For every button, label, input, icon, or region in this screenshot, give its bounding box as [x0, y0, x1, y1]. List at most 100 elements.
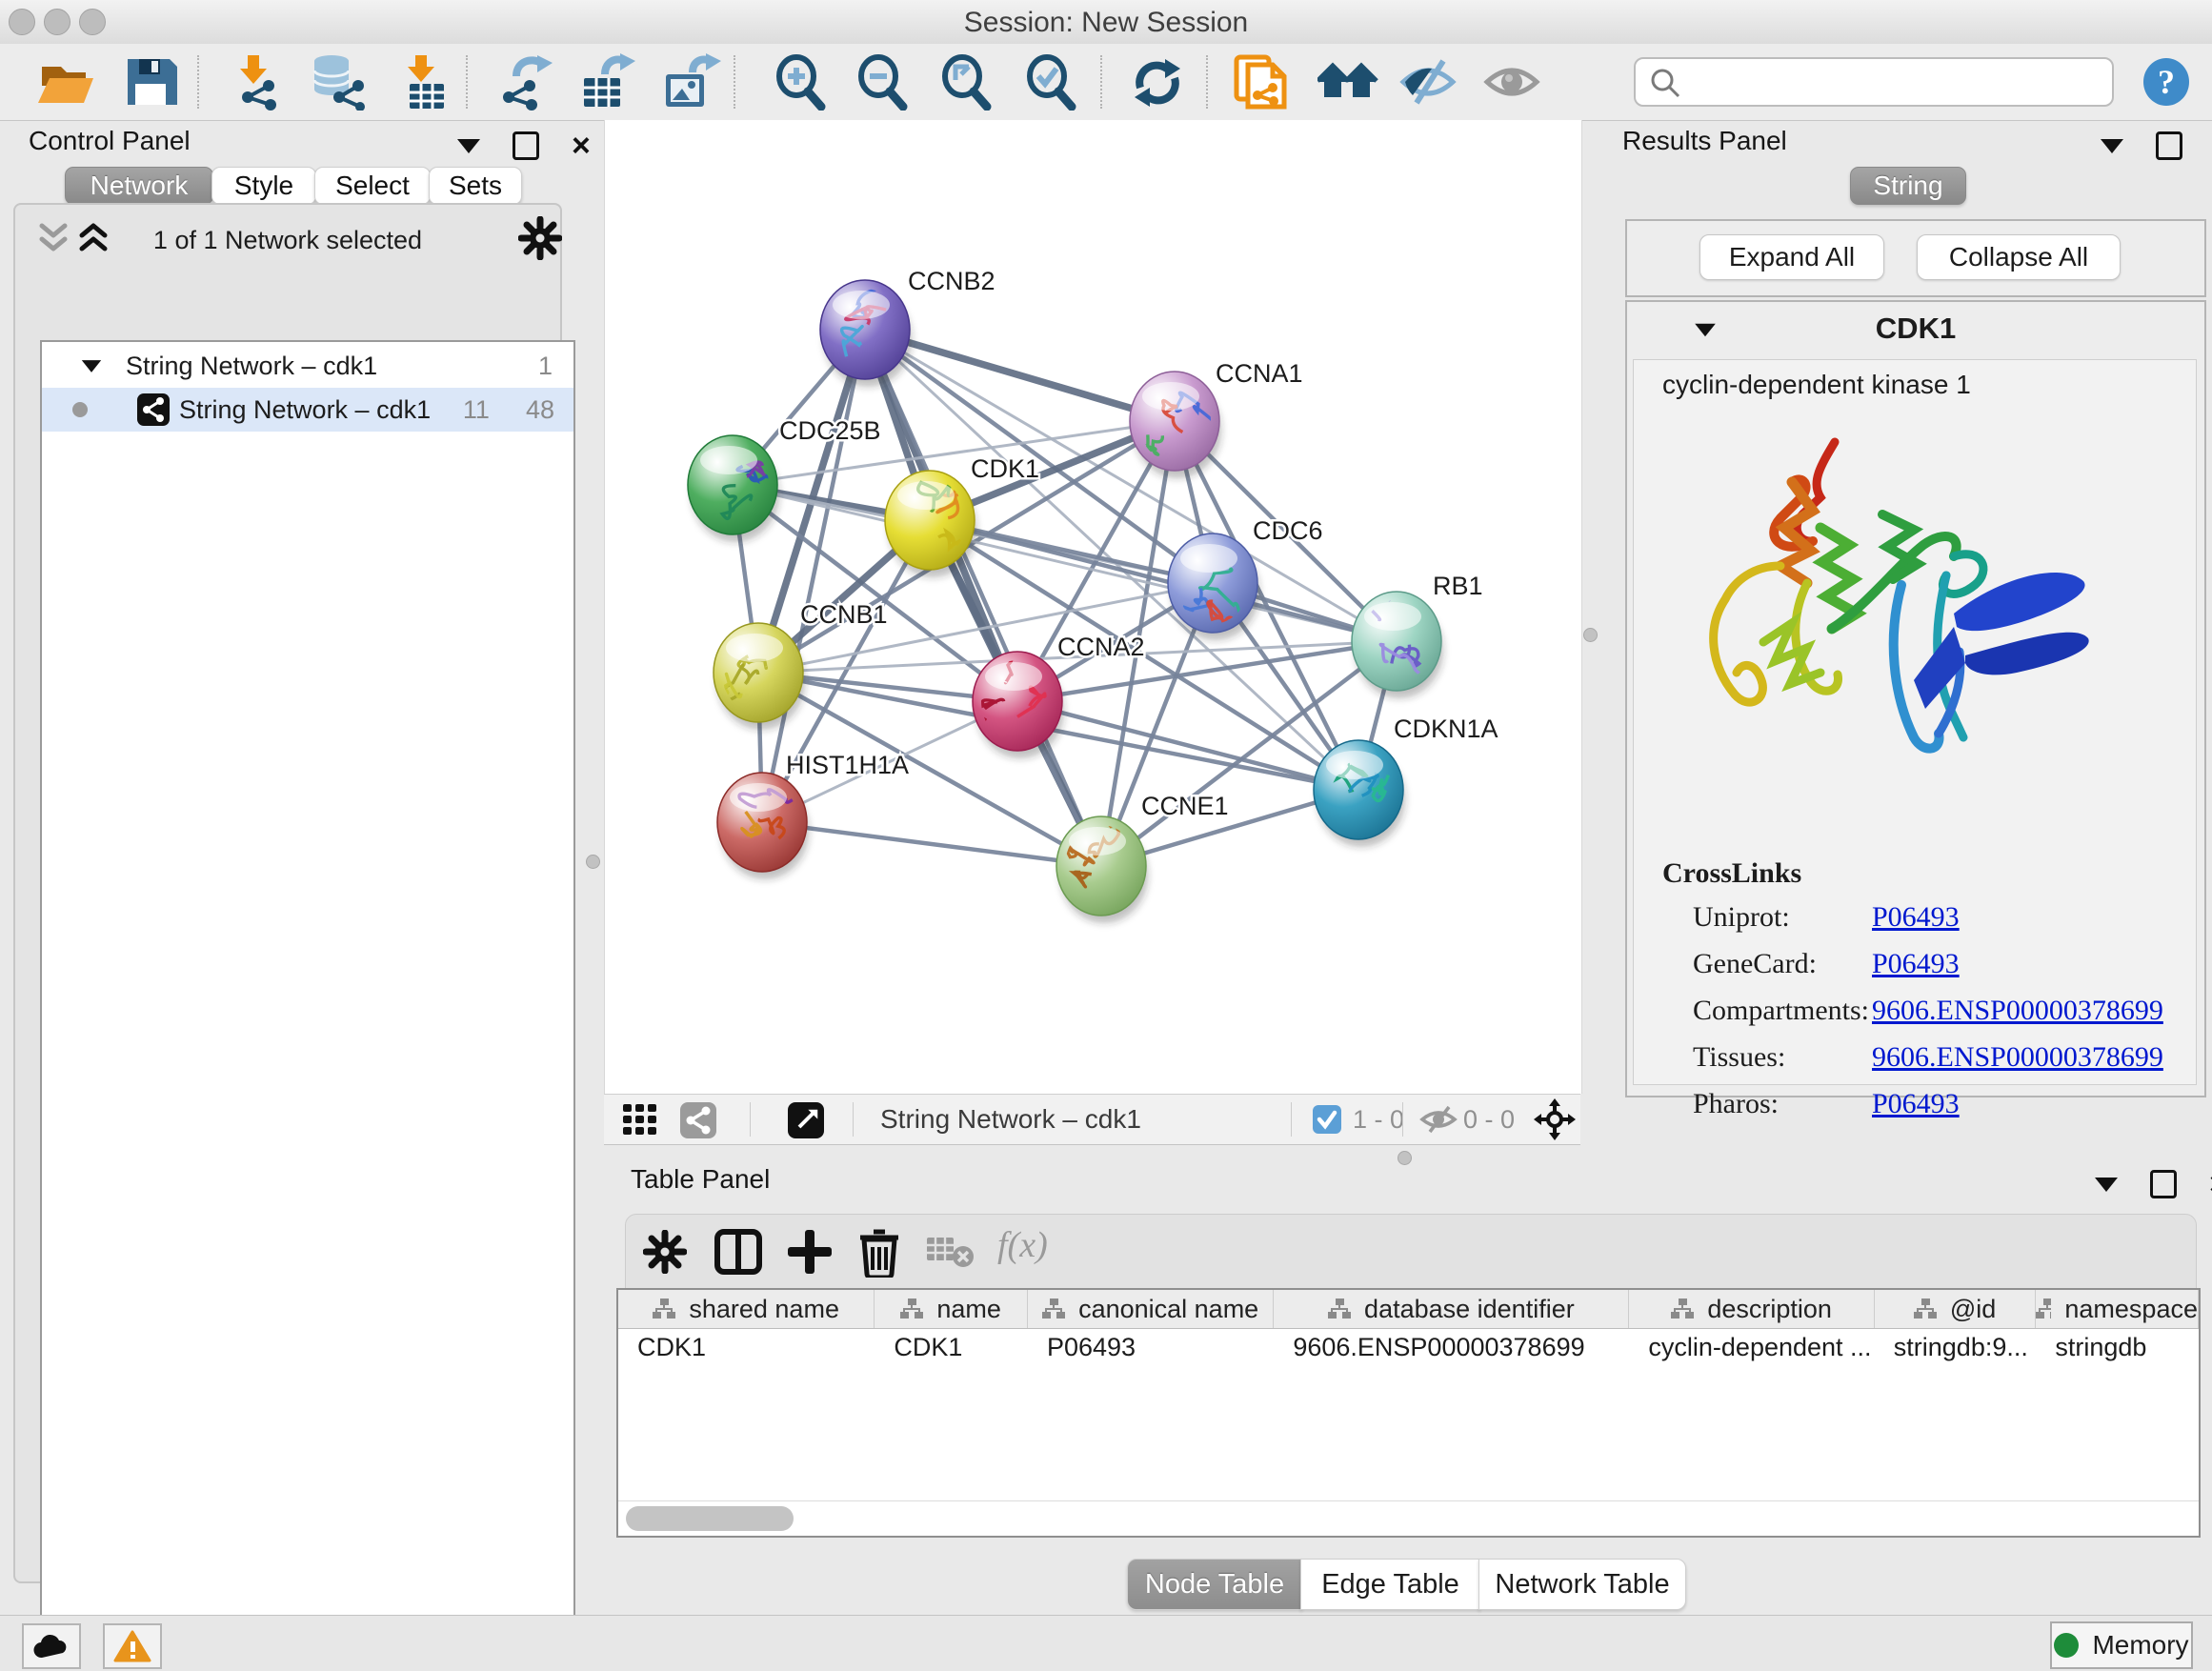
column-type-icon [1914, 1299, 1937, 1319]
right-splitter-handle[interactable] [1583, 628, 1598, 642]
export-table-icon[interactable] [576, 53, 637, 111]
table-cell[interactable]: stringdb [2036, 1328, 2199, 1366]
table-cell[interactable]: 9606.ENSP00000378699 [1274, 1328, 1629, 1366]
svg-text:?: ? [2158, 63, 2175, 101]
selected-count-badge: 1 - 0 [1353, 1105, 1404, 1135]
table-toolbar: f(x) [625, 1214, 2197, 1290]
zoom-fit-icon[interactable] [937, 53, 998, 111]
column-type-icon [900, 1299, 923, 1319]
crosslink-value-link[interactable]: 9606.ENSP00000378699 [1872, 995, 2163, 1027]
panel-float-icon[interactable] [2156, 131, 2182, 160]
table-cell[interactable]: CDK1 [618, 1328, 875, 1366]
collapse-all-button[interactable]: Collapse All [1917, 234, 2121, 280]
panel-menu-icon[interactable] [2095, 1178, 2118, 1192]
column-header[interactable]: @id [1875, 1290, 2037, 1328]
crosslink-label: Pharos: [1693, 1088, 1872, 1120]
import-network-file-icon[interactable] [229, 53, 290, 111]
zoom-selected-icon[interactable] [1022, 53, 1083, 111]
table-cell[interactable]: CDK1 [875, 1328, 1028, 1366]
search-input[interactable] [1691, 63, 2100, 97]
section-body: cyclin-dependent kinase 1 [1633, 359, 2197, 1085]
crosslink-value-link[interactable]: 9606.ENSP00000378699 [1872, 1041, 2163, 1074]
node-table[interactable]: shared namenamecanonical namedatabase id… [616, 1288, 2201, 1538]
table-panel: Table Panel × [604, 1143, 2212, 1580]
import-table-icon[interactable] [396, 53, 457, 111]
cloud-icon [32, 1633, 70, 1660]
crosslinks-title: CrossLinks [1662, 857, 1801, 890]
refresh-layout-icon[interactable] [1127, 53, 1188, 111]
tab-node-table[interactable]: Node Table [1127, 1559, 1302, 1610]
network-collection-row[interactable]: String Network – cdk1 1 [42, 344, 573, 388]
window-title: Session: New Session [0, 7, 2212, 39]
tab-network-table[interactable]: Network Table [1478, 1559, 1686, 1610]
column-header[interactable]: database identifier [1274, 1290, 1629, 1328]
tree-expand-icon[interactable] [82, 360, 101, 372]
eye-icon[interactable] [1483, 53, 1544, 111]
table-cell[interactable]: stringdb:9... [1875, 1328, 2037, 1366]
gear-icon[interactable] [643, 1230, 687, 1274]
open-session-icon[interactable] [36, 53, 97, 111]
panel-menu-icon[interactable] [2101, 139, 2123, 153]
column-header[interactable]: shared name [618, 1290, 875, 1328]
help-icon[interactable]: ? [2142, 57, 2202, 114]
zoom-in-icon[interactable] [772, 53, 833, 111]
tab-select[interactable]: Select [314, 167, 431, 205]
column-header[interactable]: name [875, 1290, 1028, 1328]
table-cell[interactable]: P06493 [1028, 1328, 1274, 1366]
memory-button[interactable]: Memory [2050, 1621, 2193, 1669]
grid-view-icon[interactable] [623, 1104, 657, 1137]
open-in-new-window-icon[interactable] [788, 1102, 824, 1138]
tab-style[interactable]: Style [211, 167, 316, 205]
column-header[interactable]: canonical name [1028, 1290, 1274, 1328]
panel-float-icon[interactable] [513, 131, 539, 160]
column-header[interactable]: description [1629, 1290, 1874, 1328]
network-row-selected[interactable]: String Network – cdk1 11 48 [42, 388, 573, 432]
delete-column-icon[interactable] [856, 1226, 902, 1278]
crosslink-value-link[interactable]: P06493 [1872, 948, 1960, 980]
cloud-button[interactable] [22, 1623, 81, 1669]
crosslink-value-link[interactable]: P06493 [1872, 901, 1960, 934]
toolbar-separator [1206, 55, 1208, 109]
results-buttons-box: Expand All Collapse All [1625, 219, 2206, 297]
panel-float-icon[interactable] [2150, 1170, 2177, 1198]
expand-all-button[interactable]: Expand All [1699, 234, 1884, 280]
export-image-icon[interactable] [660, 53, 721, 111]
string-document-icon[interactable] [1231, 53, 1292, 111]
selected-checkbox-icon[interactable] [1313, 1105, 1341, 1134]
tab-edge-table[interactable]: Edge Table [1300, 1559, 1480, 1610]
export-network-icon[interactable] [495, 53, 556, 111]
columns-icon[interactable] [714, 1228, 763, 1276]
crosslink-value-link[interactable]: P06493 [1872, 1088, 1960, 1120]
column-header[interactable]: namespace [2036, 1290, 2199, 1328]
save-session-icon[interactable] [122, 53, 183, 111]
share-view-icon[interactable] [680, 1102, 716, 1138]
tab-string[interactable]: String [1850, 167, 1966, 205]
zoom-out-icon[interactable] [854, 53, 915, 111]
horizontal-scrollbar[interactable] [626, 1506, 794, 1531]
left-splitter-handle[interactable] [586, 855, 600, 869]
column-type-icon [1042, 1299, 1065, 1319]
gear-icon[interactable] [518, 216, 562, 260]
network-edge-count: 48 [526, 395, 554, 425]
add-column-icon[interactable] [786, 1228, 834, 1276]
warning-button[interactable] [103, 1623, 162, 1669]
hidden-eye-icon [1419, 1104, 1458, 1135]
column-type-icon [1328, 1299, 1351, 1319]
string-home-icon[interactable] [1317, 53, 1378, 111]
tab-sets[interactable]: Sets [429, 167, 522, 205]
crosslink-label: Compartments: [1693, 995, 1872, 1027]
panel-close-icon[interactable]: × [572, 134, 591, 157]
eye-slash-icon[interactable] [1399, 53, 1460, 111]
protein-structure-image [1668, 423, 2091, 790]
panel-menu-icon[interactable] [457, 139, 480, 153]
crosslink-label: Tissues: [1693, 1041, 1872, 1074]
node-label: CDKN1A [1394, 715, 1498, 743]
import-network-database-icon[interactable] [307, 53, 368, 111]
fit-crosshair-icon[interactable] [1534, 1098, 1576, 1140]
tab-network[interactable]: Network [65, 167, 213, 205]
collection-name: String Network – cdk1 [126, 352, 377, 381]
column-type-icon [2036, 1299, 2051, 1319]
network-canvas[interactable]: CCNB2CCNA1CDC25BCDK1CDC6RB1CCNB1CCNA2CDK… [604, 120, 1582, 1094]
table-cell[interactable]: cyclin-dependent ... [1629, 1328, 1874, 1366]
results-panel-title: Results Panel [1622, 126, 1787, 156]
